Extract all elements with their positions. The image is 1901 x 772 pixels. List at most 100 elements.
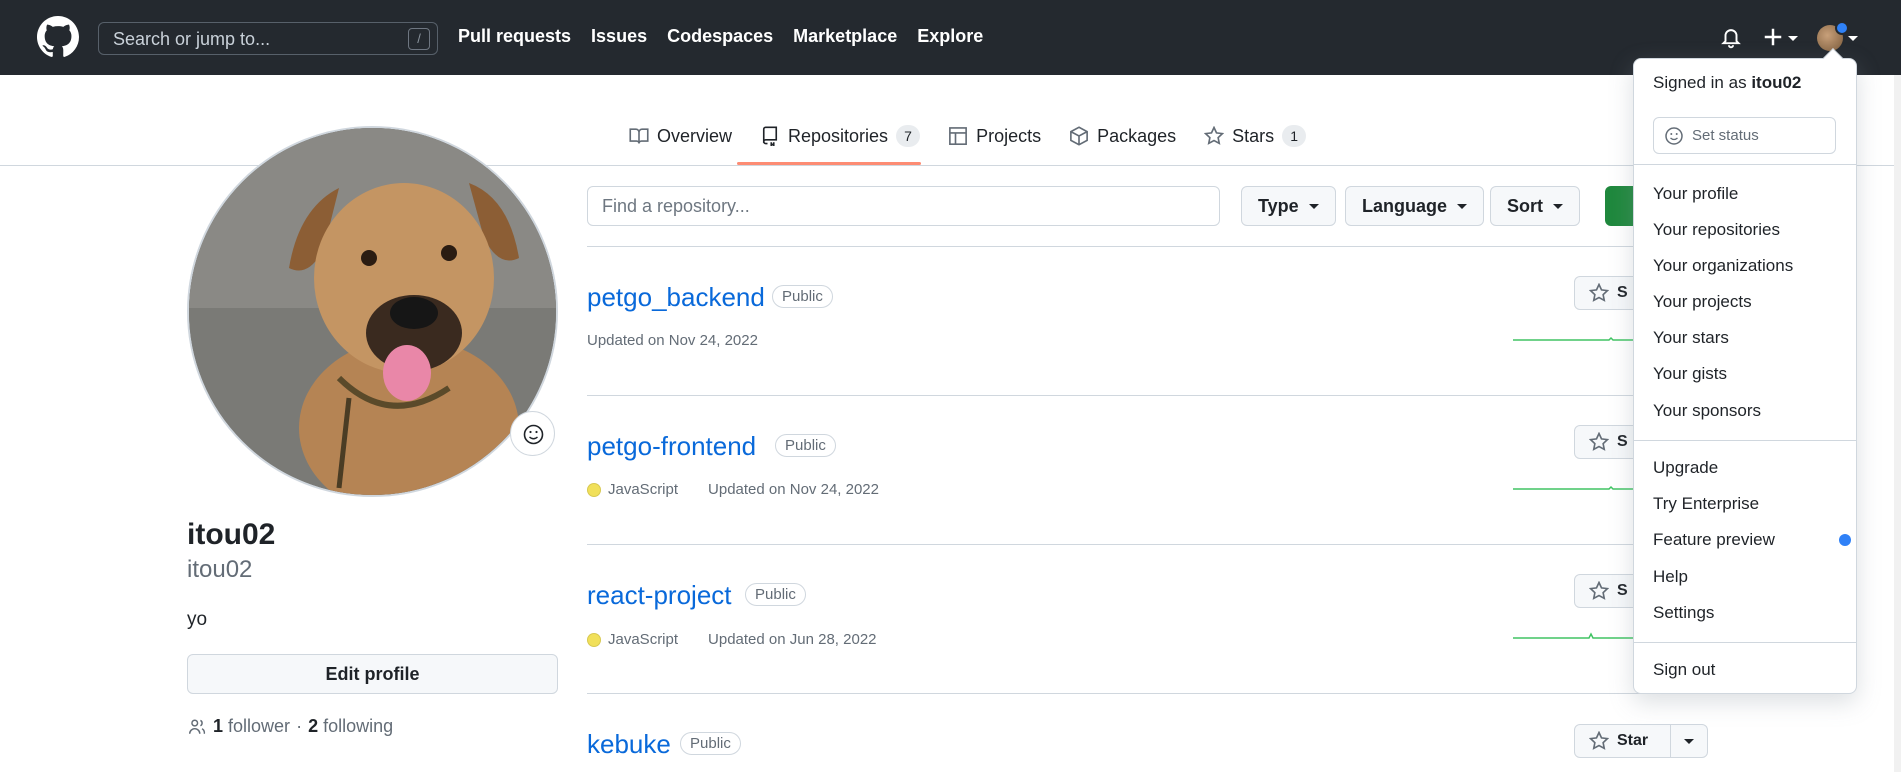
repo-name-link[interactable]: kebuke [587, 729, 671, 760]
repo-meta: Updated on Nov 24, 2022 [587, 332, 758, 349]
search-placeholder: Search or jump to... [113, 29, 271, 49]
tab-label: Projects [976, 125, 1042, 146]
menu-upgrade[interactable]: Upgrade [1653, 458, 1718, 478]
profile-full-name: itou02 [187, 518, 276, 551]
star-button[interactable]: Star [1574, 724, 1708, 758]
repo-updated: Updated on Jun 28, 2022 [708, 631, 877, 648]
star-label: Star [1617, 732, 1649, 749]
nav-marketplace[interactable]: Marketplace [793, 26, 897, 47]
chevron-down-icon [1308, 203, 1319, 209]
followers-link[interactable]: 1 follower [213, 716, 290, 737]
tab-label: Repositories [788, 125, 889, 146]
following-count: 2 [308, 716, 319, 736]
nav-codespaces[interactable]: Codespaces [667, 26, 773, 47]
menu-your-profile[interactable]: Your profile [1653, 184, 1738, 204]
tab-overview[interactable]: Overview [615, 120, 746, 152]
language-filter-label: Language [1362, 196, 1448, 216]
menu-your-organizations[interactable]: Your organizations [1653, 256, 1793, 276]
signed-in-as: Signed in as itou02 [1653, 73, 1801, 93]
repo-icon [762, 126, 778, 146]
set-status-button[interactable]: Set status [1653, 117, 1836, 154]
sort-filter-button[interactable]: Sort [1490, 186, 1580, 226]
dog-photo [189, 128, 556, 495]
type-filter-button[interactable]: Type [1241, 186, 1336, 226]
plus-icon[interactable] [1762, 25, 1784, 49]
profile-bio: yo [187, 609, 208, 630]
followers-label: follower [228, 716, 291, 736]
visibility-badge: Public [680, 732, 741, 755]
search-shortcut-hint: / [408, 28, 430, 50]
tab-projects[interactable]: Projects [934, 120, 1055, 152]
set-status-label: Set status [1692, 127, 1759, 144]
menu-try-enterprise[interactable]: Try Enterprise [1653, 494, 1759, 514]
activity-sparkline [1513, 485, 1633, 490]
avatar-notification-dot [1835, 21, 1849, 35]
github-logo-icon[interactable] [37, 16, 79, 58]
menu-your-repositories[interactable]: Your repositories [1653, 220, 1780, 240]
chevron-down-icon [1457, 203, 1468, 209]
avatar-caret-icon[interactable] [1848, 36, 1858, 41]
star-icon [1589, 731, 1609, 750]
menu-settings[interactable]: Settings [1653, 603, 1714, 623]
followers-count: 1 [213, 716, 224, 736]
activity-sparkline [1513, 632, 1633, 639]
page-scrollbar[interactable] [1894, 75, 1901, 772]
edit-profile-button[interactable]: Edit profile [187, 654, 558, 694]
global-search-input[interactable]: Search or jump to... / [98, 22, 438, 55]
language-filter-button[interactable]: Language [1345, 186, 1485, 226]
following-link[interactable]: 2 following [308, 716, 393, 737]
repo-name-link[interactable]: petgo-frontend [587, 431, 756, 462]
create-caret-icon[interactable] [1788, 36, 1798, 41]
tab-label: Overview [657, 125, 733, 146]
global-nav: Pull requests Issues Codespaces Marketpl… [458, 26, 983, 47]
repo-language: JavaScript [608, 481, 679, 498]
chevron-down-icon [1553, 203, 1563, 209]
star-main[interactable]: Star [1575, 725, 1671, 757]
repo-name-link[interactable]: petgo_backend [587, 282, 765, 313]
repo-meta: JavaScript Updated on Nov 24, 2022 [587, 481, 879, 498]
visibility-badge: Public [775, 434, 836, 457]
nav-pull-requests[interactable]: Pull requests [458, 26, 571, 47]
global-header: Search or jump to... / Pull requests Iss… [0, 0, 1901, 75]
sort-filter-label: Sort [1507, 196, 1543, 216]
repo-language: JavaScript [608, 631, 679, 648]
profile-tabs: Overview Repositories 7 Projects Package… [615, 120, 1320, 152]
language-color-dot [587, 482, 601, 497]
people-icon [188, 719, 206, 734]
tab-stars[interactable]: Stars 1 [1190, 120, 1320, 152]
tab-label: Packages [1097, 125, 1177, 146]
menu-divider [1634, 642, 1856, 643]
menu-sign-out[interactable]: Sign out [1653, 660, 1715, 680]
menu-your-sponsors[interactable]: Your sponsors [1653, 401, 1761, 421]
menu-divider [1634, 440, 1856, 441]
menu-feature-preview[interactable]: Feature preview [1653, 530, 1775, 550]
star-icon [1204, 126, 1225, 145]
nav-explore[interactable]: Explore [917, 26, 983, 47]
profile-avatar[interactable] [187, 126, 558, 497]
signed-in-username: itou02 [1751, 73, 1802, 92]
set-status-emoji-button[interactable] [510, 411, 555, 456]
follow-separator: · [296, 716, 303, 736]
bell-icon[interactable] [1720, 25, 1742, 49]
star-label: S [1617, 582, 1628, 599]
find-repository-input[interactable]: Find a repository... [587, 186, 1220, 226]
tab-repositories[interactable]: Repositories 7 [746, 120, 934, 152]
repo-name-link[interactable]: react-project [587, 580, 732, 611]
menu-your-gists[interactable]: Your gists [1653, 364, 1727, 384]
star-icon [1589, 432, 1609, 451]
stars-count: 1 [1282, 125, 1307, 147]
active-tab-indicator [737, 162, 921, 165]
chevron-down-icon [1684, 738, 1694, 744]
menu-your-projects[interactable]: Your projects [1653, 292, 1752, 312]
menu-divider [1634, 164, 1856, 165]
nav-issues[interactable]: Issues [591, 26, 647, 47]
smiley-icon [1665, 126, 1683, 145]
repo-updated: Updated on Nov 24, 2022 [708, 481, 879, 498]
profile-username: itou02 [187, 556, 253, 583]
menu-help[interactable]: Help [1653, 567, 1688, 587]
star-list-dropdown[interactable] [1671, 738, 1707, 744]
table-icon [949, 127, 967, 145]
menu-your-stars[interactable]: Your stars [1653, 328, 1729, 348]
tab-packages[interactable]: Packages [1055, 120, 1190, 152]
activity-sparkline [1513, 336, 1633, 341]
